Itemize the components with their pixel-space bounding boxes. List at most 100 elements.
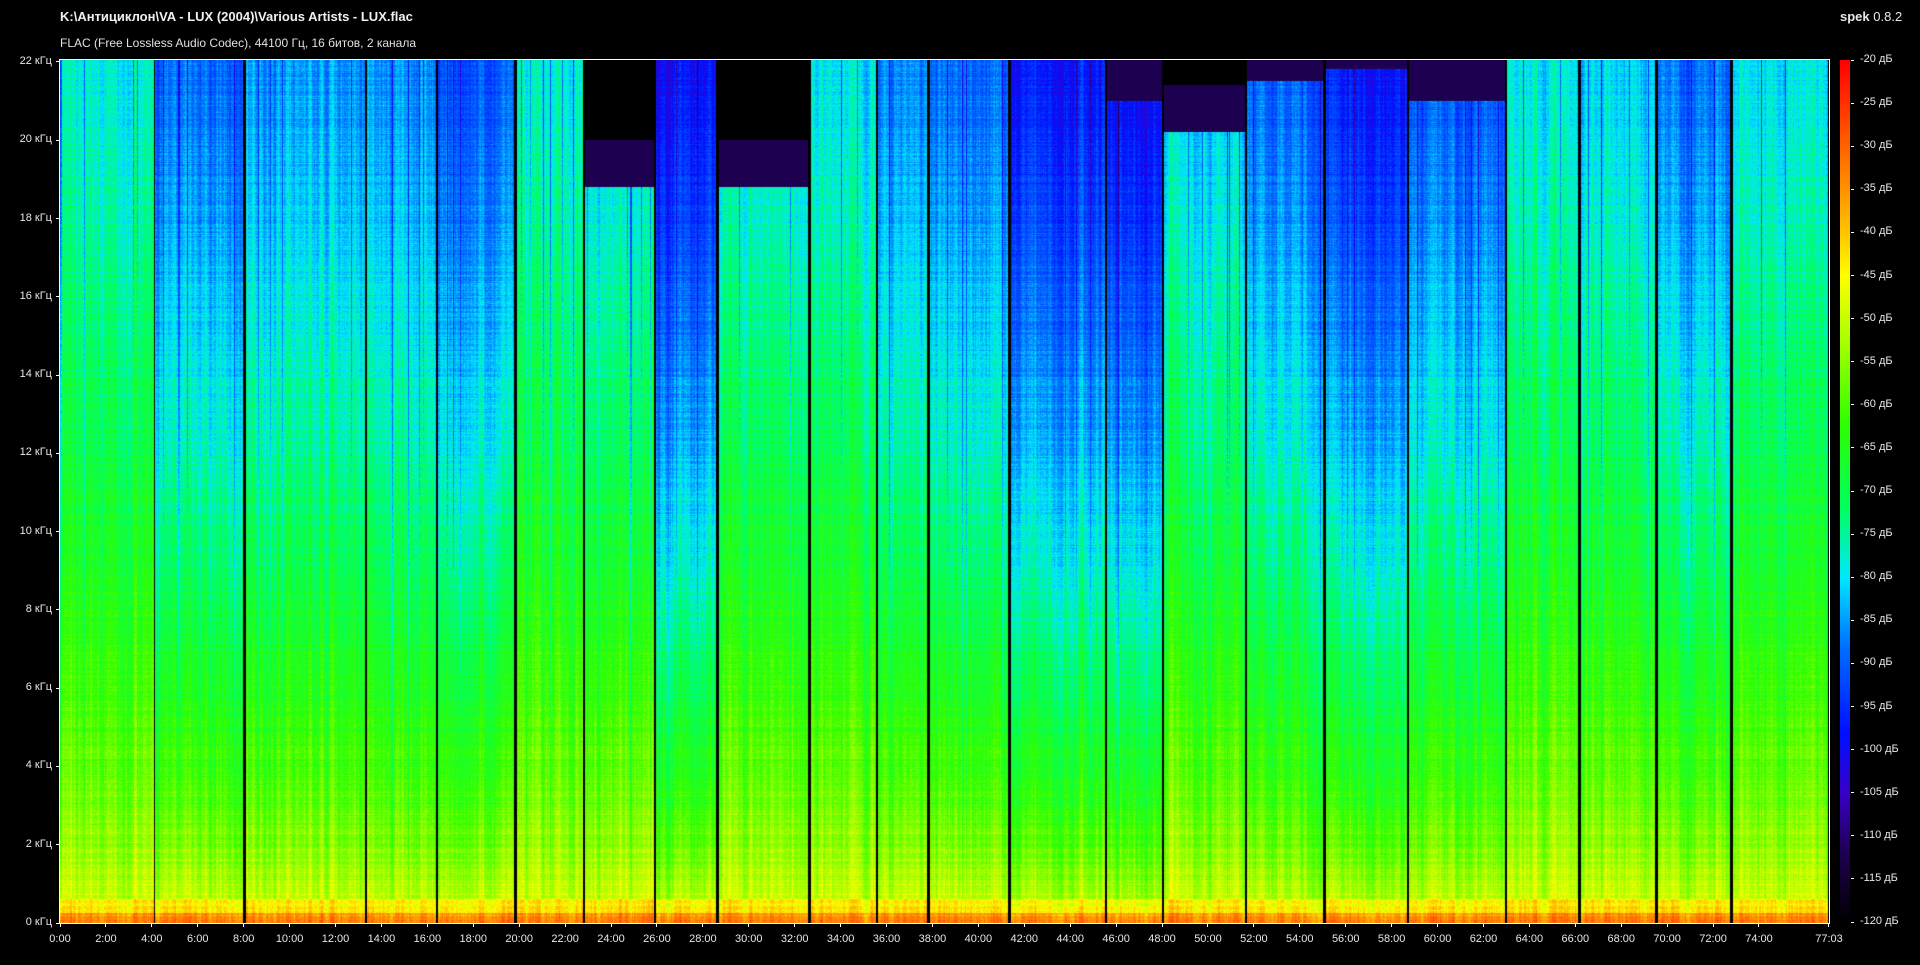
x-tick-mark <box>1437 923 1439 927</box>
colorbar-label: -60 дБ <box>1860 397 1893 410</box>
colorbar-tick-mark <box>1851 490 1854 492</box>
colorbar-tick-mark <box>1851 533 1854 535</box>
colorbar-label: -120 дБ <box>1860 915 1899 927</box>
x-tick-mark <box>197 923 199 927</box>
colorbar-label: -90 дБ <box>1860 656 1893 669</box>
colorbar-label: -80 дБ <box>1860 570 1893 583</box>
colorbar-label: -100 дБ <box>1860 742 1899 755</box>
x-tick-mark <box>335 923 336 927</box>
y-tick-label: 16 кГц <box>19 289 52 302</box>
x-tick-mark <box>472 923 474 927</box>
y-tick-label: 8 кГц <box>25 602 52 615</box>
x-tick-mark <box>1528 923 1530 927</box>
colorbar-label: -25 дБ <box>1860 96 1893 109</box>
colorbar-tick-mark <box>1851 102 1854 104</box>
colorbar-label: -105 дБ <box>1860 785 1899 798</box>
y-tick-mark <box>56 61 60 63</box>
app-brand: spek 0.8.2 <box>1840 9 1902 24</box>
colorbar-tick-mark <box>1851 361 1854 363</box>
colorbar-label: -110 дБ <box>1860 828 1898 841</box>
x-tick-mark <box>1207 923 1209 927</box>
colorbar-label: -70 дБ <box>1860 484 1893 496</box>
x-tick-mark <box>289 923 291 927</box>
colorbar-tick-mark <box>1851 188 1854 190</box>
y-tick-mark <box>56 531 60 533</box>
x-tick-mark <box>1161 923 1163 927</box>
x-tick-mark <box>1758 923 1760 927</box>
x-tick-mark <box>1482 923 1484 927</box>
y-tick-label: 10 кГц <box>19 524 52 537</box>
colorbar-tick-mark <box>1851 878 1854 880</box>
app-name: spek <box>1840 9 1870 24</box>
y-tick-mark <box>56 687 60 689</box>
y-tick-label: 20 кГц <box>19 133 52 146</box>
x-tick-mark <box>1115 923 1117 927</box>
y-tick-label: 4 кГц <box>25 759 52 772</box>
stream-info: FLAC (Free Lossless Audio Codec), 44100 … <box>60 36 416 50</box>
x-tick-mark <box>977 923 979 927</box>
x-tick-mark <box>105 923 107 927</box>
x-tick-mark <box>656 923 658 927</box>
x-tick-mark <box>794 923 796 927</box>
colorbar-tick-mark <box>1851 792 1854 794</box>
colorbar <box>1840 60 1850 923</box>
x-tick-mark <box>610 923 612 927</box>
colorbar-tick-mark <box>1851 318 1854 320</box>
x-tick-mark <box>1069 923 1071 927</box>
y-tick-label: 0 кГц <box>25 916 52 928</box>
colorbar-tick-mark <box>1851 662 1854 664</box>
x-end-label: 77:03 <box>1815 933 1843 945</box>
x-tick-mark <box>748 923 750 927</box>
x-tick-mark <box>1828 923 1829 927</box>
x-tick-mark <box>931 923 933 927</box>
colorbar-tick-mark <box>1851 231 1854 233</box>
colorbar-tick-mark <box>1851 921 1854 923</box>
x-tick-mark <box>426 923 428 927</box>
colorbar-tick-mark <box>1851 59 1854 61</box>
colorbar-label: -85 дБ <box>1860 613 1893 626</box>
colorbar-label: -30 дБ <box>1860 139 1893 152</box>
x-tick-mark <box>1023 923 1025 927</box>
x-tick-mark <box>518 923 520 927</box>
y-tick-mark <box>56 765 60 767</box>
y-tick-label: 18 кГц <box>19 211 52 224</box>
colorbar-label: -65 дБ <box>1860 440 1893 453</box>
x-tick-mark <box>243 923 245 927</box>
x-tick-mark <box>1299 923 1301 927</box>
colorbar-label: -75 дБ <box>1860 527 1893 540</box>
app-version: 0.8.2 <box>1873 9 1903 24</box>
colorbar-tick-mark <box>1851 145 1854 147</box>
colorbar-tick-mark <box>1851 749 1854 751</box>
x-tick-mark <box>840 923 842 927</box>
x-tick-mark <box>151 923 153 927</box>
colorbar-label: -40 дБ <box>1860 225 1893 238</box>
x-tick-mark <box>59 923 61 927</box>
colorbar-label: -55 дБ <box>1860 354 1893 367</box>
x-tick-mark <box>1712 923 1714 927</box>
x-tick-mark <box>702 923 704 927</box>
y-tick-mark <box>56 374 60 376</box>
y-tick-label: 22 кГц <box>19 54 52 67</box>
y-tick-mark <box>56 609 60 611</box>
spectrogram-heatmap <box>60 60 1829 923</box>
y-tick-mark <box>56 922 60 924</box>
x-tick-mark <box>1666 923 1668 927</box>
x-tick-mark <box>1345 923 1347 927</box>
colorbar-tick-mark <box>1851 576 1854 578</box>
colorbar-label: -115 дБ <box>1860 871 1898 884</box>
colorbar-label: -50 дБ <box>1860 311 1893 324</box>
y-tick-mark <box>56 296 60 298</box>
colorbar-label: -35 дБ <box>1860 182 1893 195</box>
y-tick-label: 2 кГц <box>25 837 52 850</box>
x-tick-mark <box>1253 923 1255 927</box>
x-tick-mark <box>1574 923 1576 927</box>
colorbar-label: -45 дБ <box>1860 268 1893 281</box>
colorbar-label: -95 дБ <box>1860 699 1893 712</box>
y-tick-mark <box>56 218 60 219</box>
colorbar-tick-mark <box>1851 275 1854 276</box>
y-tick-label: 6 кГц <box>25 681 52 694</box>
colorbar-label: -20 дБ <box>1860 53 1893 65</box>
colorbar-tick-mark <box>1851 447 1854 449</box>
colorbar-tick-mark <box>1851 835 1854 837</box>
y-tick-mark <box>56 844 60 846</box>
